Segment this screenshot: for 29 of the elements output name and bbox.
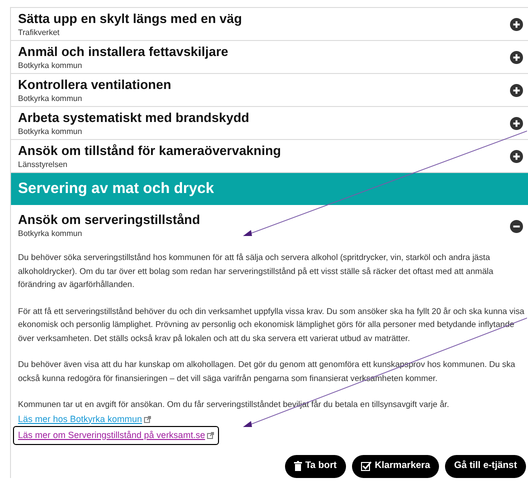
external-link[interactable]: Läs mer om Serveringstillstånd på verksamt.se xyxy=(13,426,220,444)
expand-icon[interactable] xyxy=(510,150,523,162)
trash-icon xyxy=(294,461,302,471)
action-button[interactable]: Ta bort xyxy=(285,454,346,478)
section-header: Servering av mat och dryck xyxy=(11,173,528,205)
external-link-icon xyxy=(207,432,214,438)
item-title[interactable]: Anmäl och installera fettavskiljare xyxy=(18,44,510,60)
organization-name: Botkyrka kommun xyxy=(18,228,84,239)
organization-name: Trafikverket xyxy=(18,26,60,38)
action-button[interactable]: Klarmarkera xyxy=(352,454,440,478)
expand-icon[interactable] xyxy=(510,18,523,30)
organization-name: Botkyrka kommun xyxy=(18,126,84,136)
checkbox-icon xyxy=(360,461,372,471)
item-title[interactable]: Ansök om tillstånd för kameraövervakning xyxy=(18,142,510,158)
organization-name: Botkyrka kommun xyxy=(18,60,84,70)
item-title[interactable]: Ansök om serveringstillstånd xyxy=(18,212,510,228)
external-link-icon xyxy=(144,416,152,422)
collapse-icon[interactable] xyxy=(510,220,523,233)
item-title[interactable]: Sätta upp en skylt längs med en väg xyxy=(18,10,510,26)
organization-name: Botkyrka kommun xyxy=(18,92,84,104)
organization-name: Länsstyrelsen xyxy=(18,158,68,170)
expand-icon[interactable] xyxy=(510,50,523,64)
paragraph: Du behöver söka serveringstillstånd hos kommunen för att få sälja och servera alkohol (spritdrycker, vin, starköl och andra jästa alkoholdrycker). Om du tar över ett bolag som redan har serveringstillstånd på ett visst ställe så räcker det oftast med att anmäla förändring av ägarförhållanden. xyxy=(18,251,494,291)
action-button[interactable]: Gå till e-tjänst xyxy=(445,454,526,478)
item-title[interactable]: Kontrollera ventilationen xyxy=(18,76,510,92)
item-title[interactable]: Arbeta systematiskt med brandskydd xyxy=(18,110,510,126)
expand-icon[interactable] xyxy=(510,84,523,96)
paragraph: För att få ett serveringstillstånd behöver du och din verksamhet uppfylla vissa krav. Du som ansöker ska ha fyllt 20 år och ska kunna visa ekonomisk och personlig lämplighet. Prövning av personlig och ekonomisk lämplighet görs för alla personer med betydande inflytande över verksamheten. Det ställs också krav på lokalen och att du ska servera ett varierat utbud av maträtter. xyxy=(18,304,526,345)
expand-icon[interactable] xyxy=(510,116,523,130)
